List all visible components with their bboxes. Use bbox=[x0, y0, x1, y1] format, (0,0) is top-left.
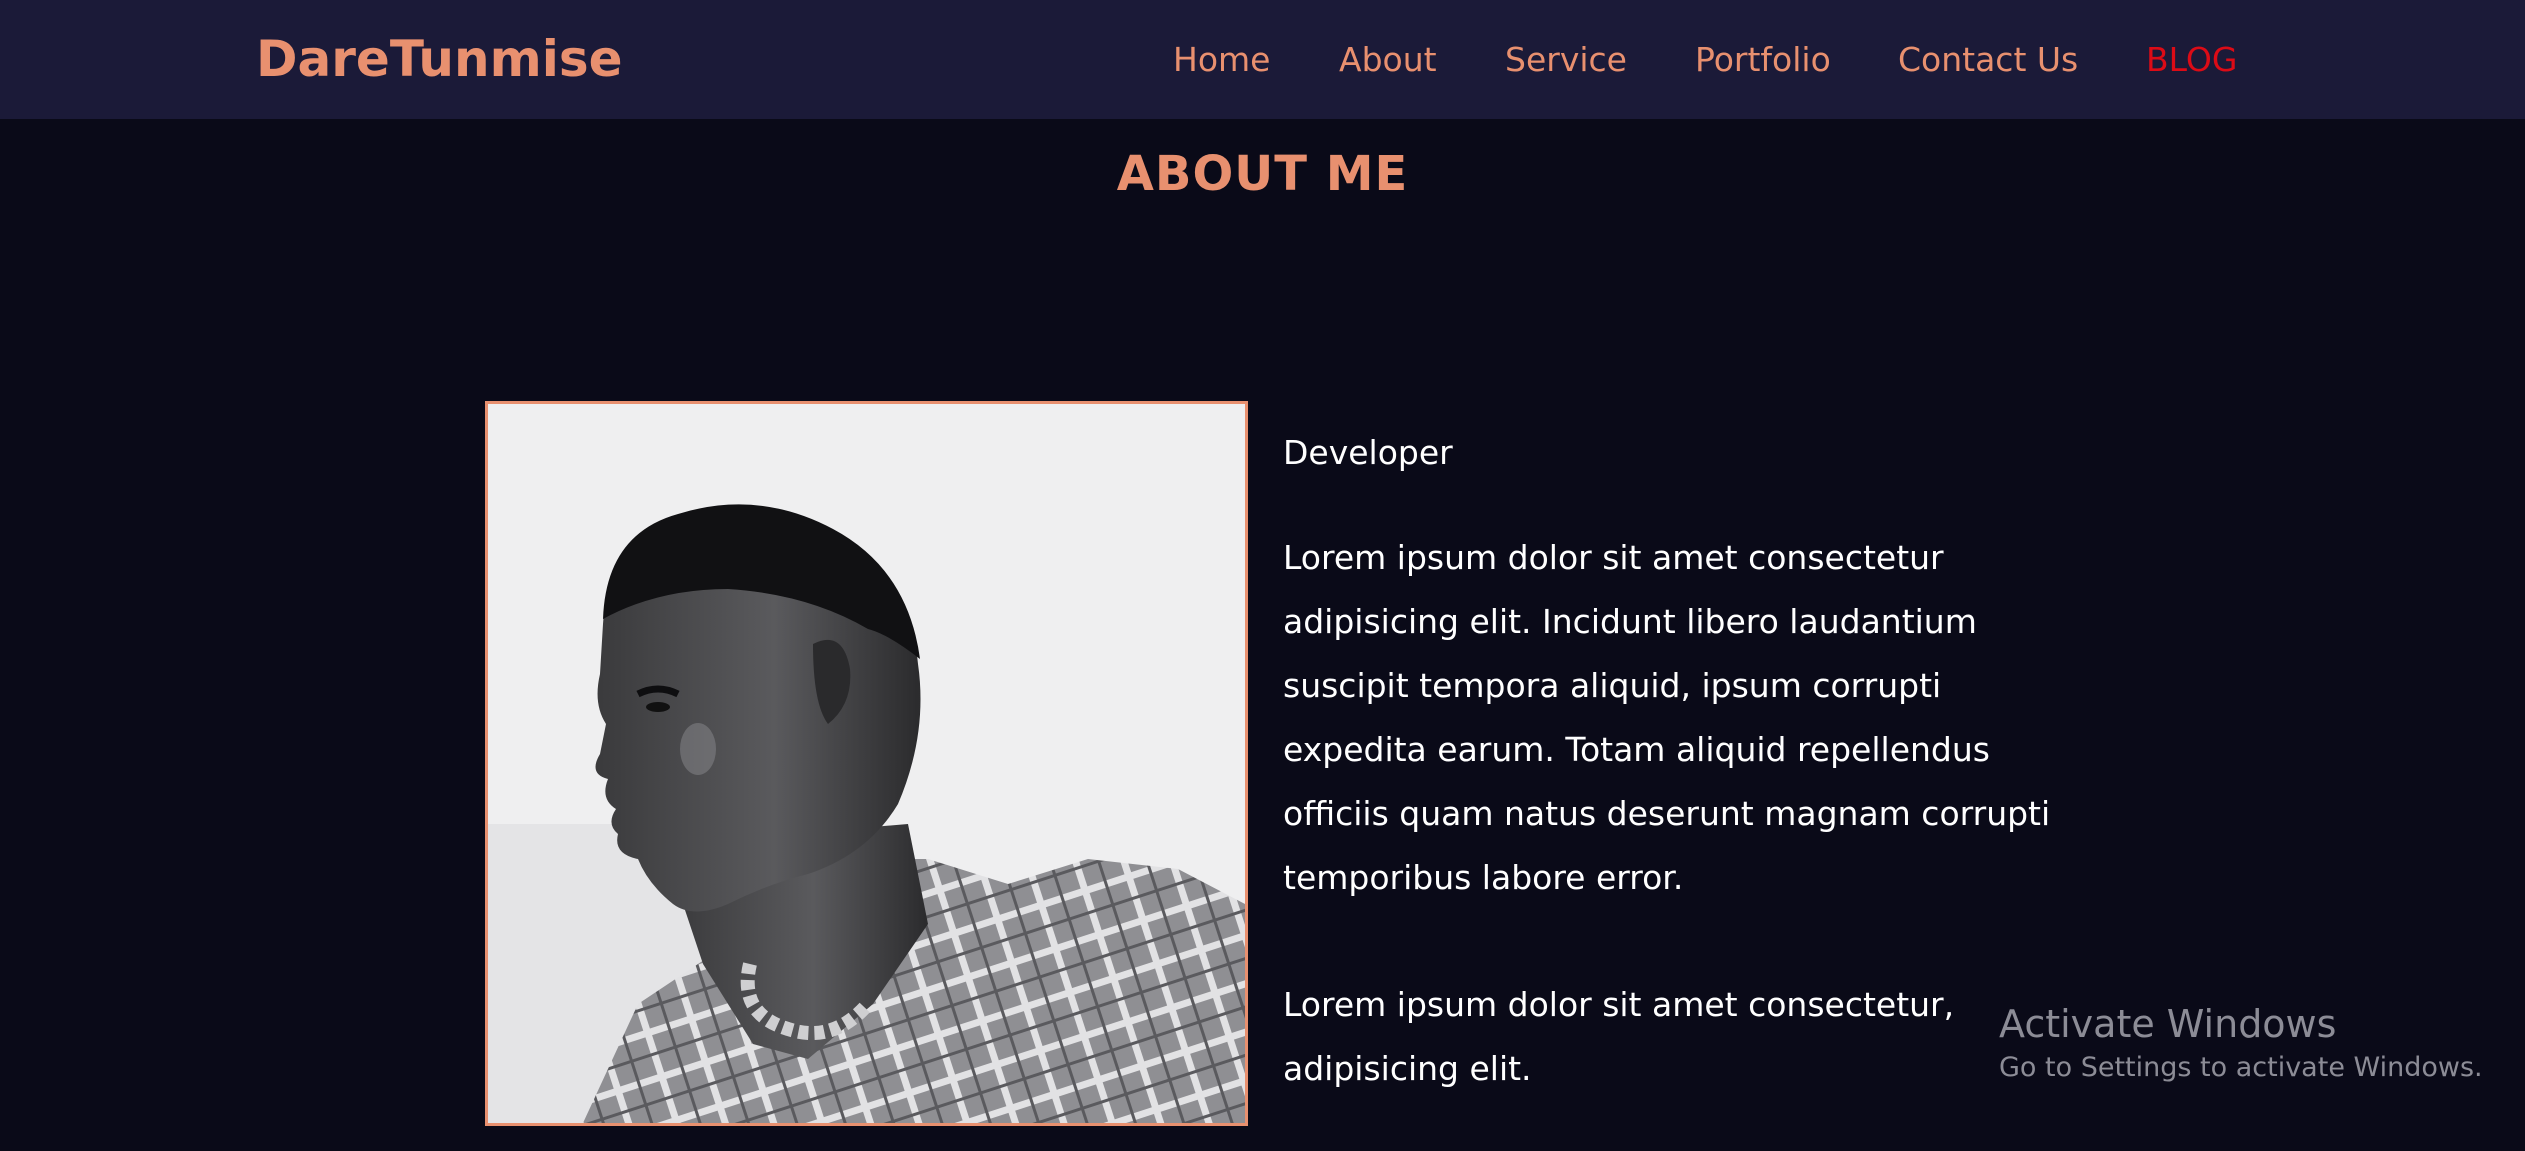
profile-photo bbox=[485, 401, 1248, 1126]
bio-paragraph-1: Lorem ipsum dolor sit amet consectetur a… bbox=[1283, 538, 2051, 897]
navbar: DareTunmise Home About Service Portfolio… bbox=[0, 0, 2525, 119]
role-title: Developer bbox=[1283, 433, 1453, 472]
profile-photo-illustration bbox=[488, 404, 1245, 1123]
watermark-subtitle: Go to Settings to activate Windows. bbox=[1999, 1052, 2483, 1083]
nav-about[interactable]: About bbox=[1339, 40, 1437, 80]
nav-home[interactable]: Home bbox=[1173, 40, 1270, 80]
section-title: ABOUT ME bbox=[1116, 146, 1409, 202]
nav-service[interactable]: Service bbox=[1505, 40, 1627, 80]
watermark-title: Activate Windows bbox=[1999, 1002, 2337, 1046]
nav-blog[interactable]: BLOG bbox=[2146, 40, 2237, 80]
activate-windows-watermark: Activate Windows Go to Settings to activ… bbox=[1999, 998, 2483, 1086]
nav-portfolio[interactable]: Portfolio bbox=[1695, 40, 1831, 80]
bio-paragraph-2: Lorem ipsum dolor sit amet consectetur, … bbox=[1283, 985, 1955, 1088]
nav-contact-us[interactable]: Contact Us bbox=[1898, 40, 2078, 80]
brand-logo[interactable]: DareTunmise bbox=[256, 29, 623, 89]
